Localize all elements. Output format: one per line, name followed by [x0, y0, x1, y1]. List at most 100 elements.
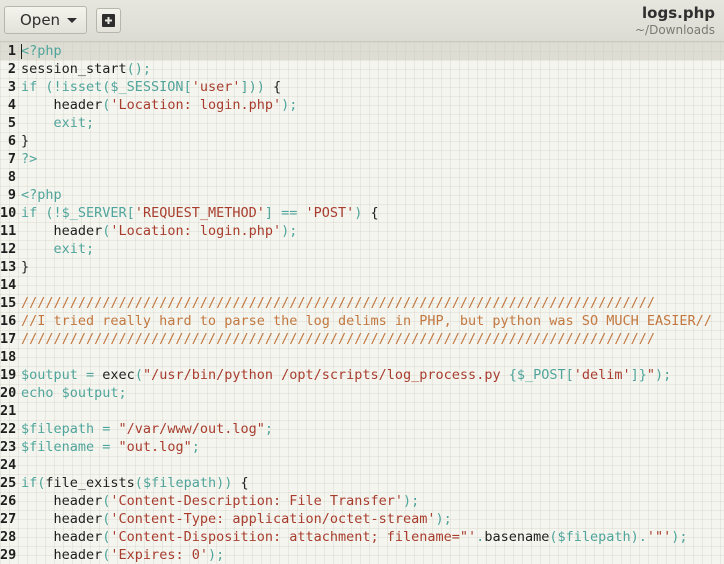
- code-token: )): [216, 475, 241, 491]
- code-line[interactable]: 21: [0, 402, 712, 420]
- code-token: );: [435, 511, 452, 527]
- code-line[interactable]: 29 header('Expires: 0');: [0, 546, 712, 564]
- code-line[interactable]: 10 if (!$_SERVER['REQUEST_METHOD'] == 'PO…: [0, 204, 712, 222]
- code-token: (: [134, 475, 143, 491]
- code-token: //I tried really hard to parse the log d…: [21, 313, 712, 329]
- line-text: <?php: [21, 42, 62, 60]
- code-token: {: [240, 475, 249, 491]
- code-token: basename: [484, 529, 550, 545]
- code-line[interactable]: 1 <?php: [0, 42, 712, 60]
- code-token: header: [21, 511, 103, 527]
- line-text: $filename = "out.log";: [21, 438, 200, 456]
- code-line[interactable]: 11 header('Location: login.php');: [0, 222, 712, 240]
- code-line[interactable]: 23 $filename = "out.log";: [0, 438, 712, 456]
- code-line[interactable]: 6}: [0, 132, 712, 150]
- code-line[interactable]: 26 header('Content-Description: File Tra…: [0, 492, 712, 510]
- code-line[interactable]: 4 header('Location: login.php');: [0, 96, 712, 114]
- new-document-button[interactable]: [96, 8, 121, 33]
- code-token: ": [646, 367, 656, 383]
- code-token: if (!: [21, 205, 62, 221]
- line-number: 21: [0, 403, 17, 419]
- code-token: 'Location: login.php': [110, 223, 282, 239]
- code-line[interactable]: 9 <?php: [0, 186, 712, 204]
- code-line[interactable]: 18: [0, 348, 712, 366]
- code-line[interactable]: 7 ?>: [0, 150, 712, 168]
- code-line[interactable]: 8: [0, 168, 712, 186]
- code-token: ] ==: [264, 205, 306, 221]
- line-text: header('Expires: 0');: [21, 546, 225, 564]
- code-token: ;: [264, 421, 273, 437]
- code-token: $output: [21, 367, 78, 383]
- code-token: header: [21, 529, 103, 545]
- code-line[interactable]: 14: [0, 276, 712, 294]
- line-text: ?>: [21, 150, 37, 168]
- line-number: 10: [0, 205, 17, 221]
- code-token: =: [77, 367, 103, 383]
- chevron-down-icon: [67, 18, 77, 23]
- line-number: 25: [0, 475, 17, 491]
- code-token: );: [281, 97, 298, 113]
- code-token: =: [94, 439, 119, 455]
- code-token: "out.log": [118, 439, 192, 455]
- code-token: header: [21, 493, 103, 509]
- code-line[interactable]: 25 if(file_exists($filepath)) {: [0, 474, 712, 492]
- new-document-icon: [102, 14, 115, 27]
- code-token: ).: [630, 529, 647, 545]
- code-token: ?>: [21, 151, 38, 167]
- code-line[interactable]: 19 $output = exec("/usr/bin/python /opt/s…: [0, 366, 712, 384]
- code-line[interactable]: 3 if (!isset($_SESSION['user'])) {: [0, 78, 712, 96]
- code-line[interactable]: 5 exit;: [0, 114, 712, 132]
- line-number: 12: [0, 241, 17, 257]
- line-number: 28: [0, 529, 17, 545]
- line-number: 20: [0, 385, 17, 401]
- line-text: echo $output;: [21, 384, 127, 402]
- code-line[interactable]: 15//////////////////////////////////////…: [0, 294, 712, 312]
- line-number: 24: [0, 457, 17, 473]
- code-token: 'POST': [305, 205, 355, 221]
- code-token: "/var/www/out.log": [118, 421, 265, 437]
- code-line[interactable]: 24: [0, 456, 712, 474]
- code-token: 'Content-Type: application/octet-stream': [110, 511, 436, 527]
- code-line[interactable]: 2 session_start();: [0, 60, 712, 78]
- code-line[interactable]: 17//////////////////////////////////////…: [0, 330, 712, 348]
- code-token: ])): [240, 79, 273, 95]
- line-text: //I tried really hard to parse the log d…: [21, 312, 712, 330]
- code-lines: 1 <?php 2 session_start(); 3 if (!isset($_SES…: [0, 42, 712, 564]
- open-button-label: Open: [20, 11, 61, 29]
- line-text: if(file_exists($filepath)) {: [21, 474, 249, 492]
- code-line[interactable]: 28 header('Content-Disposition: attachme…: [0, 528, 712, 546]
- line-text: session_start();: [21, 60, 151, 78]
- code-line[interactable]: 16//I tried really hard to parse the log…: [0, 312, 712, 330]
- line-number: 27: [0, 511, 17, 527]
- code-editor[interactable]: 1 <?php 2 session_start(); 3 if (!isset($_SES…: [0, 42, 724, 564]
- code-line[interactable]: 13}: [0, 258, 712, 276]
- code-line[interactable]: 22 $filepath = "/var/www/out.log";: [0, 420, 712, 438]
- line-number: 1: [7, 43, 16, 59]
- code-token: =: [94, 421, 119, 437]
- code-token: $output: [61, 385, 119, 401]
- line-number: 19: [0, 367, 17, 383]
- code-token: header: [21, 547, 103, 563]
- code-token: $filepath: [21, 421, 95, 437]
- code-token: header: [21, 97, 103, 113]
- line-text: ////////////////////////////////////////…: [21, 330, 655, 348]
- code-line[interactable]: 27 header('Content-Type: application/oct…: [0, 510, 712, 528]
- code-token: {: [370, 205, 379, 221]
- line-text: $filepath = "/var/www/out.log";: [21, 420, 273, 438]
- code-token: ////////////////////////////////////////…: [21, 295, 655, 311]
- code-token: {$_POST[: [508, 367, 574, 383]
- code-token: 'Content-Description: File Transfer': [110, 493, 404, 509]
- code-token: session_start: [21, 61, 127, 77]
- line-number: 4: [7, 97, 16, 113]
- code-token: ;: [191, 439, 200, 455]
- line-number: 29: [0, 547, 17, 563]
- code-line[interactable]: 12 exit;: [0, 240, 712, 258]
- open-button[interactable]: Open: [4, 6, 87, 34]
- code-token: ;: [118, 385, 127, 401]
- line-text: ////////////////////////////////////////…: [21, 294, 655, 312]
- code-line[interactable]: 20 echo $output;: [0, 384, 712, 402]
- line-number: 15: [0, 295, 17, 311]
- line-number: 5: [7, 115, 16, 131]
- line-text: exit;: [21, 114, 95, 132]
- text-cursor: [21, 44, 22, 59]
